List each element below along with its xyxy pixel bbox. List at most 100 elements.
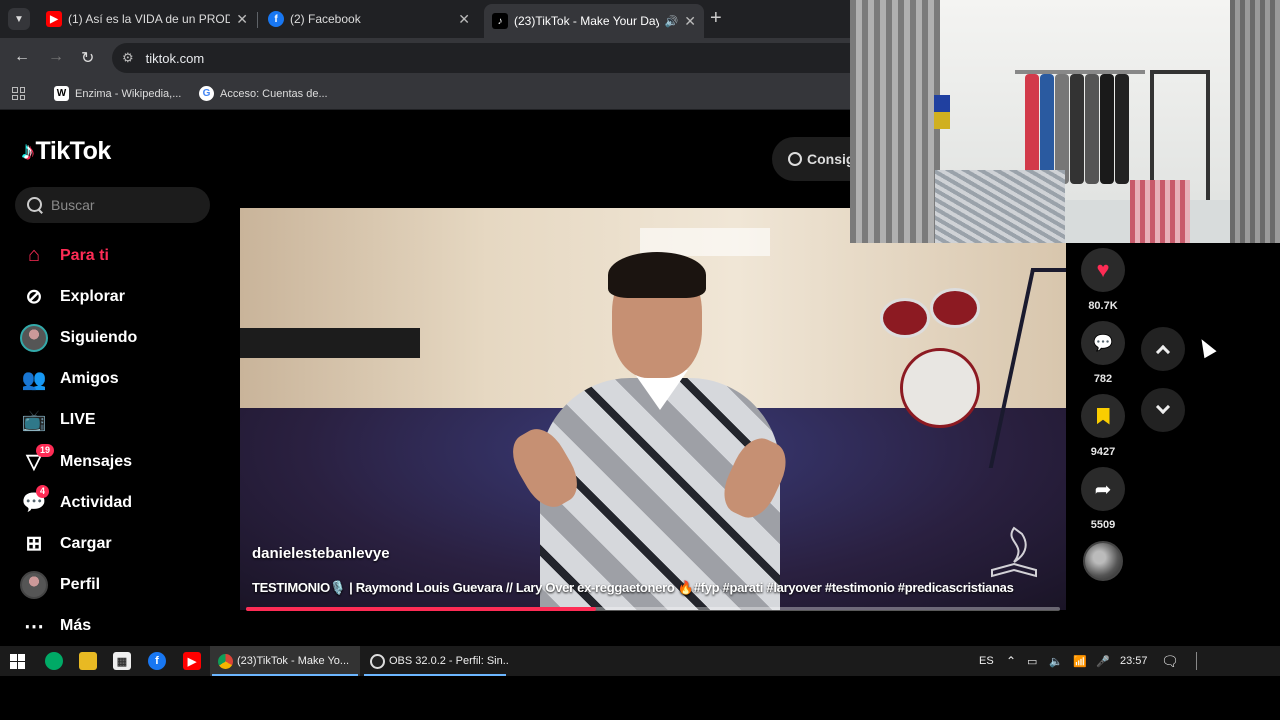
close-icon[interactable]: ✕ [684,13,696,30]
tiktok-logo[interactable]: ♪ TikTok [22,137,111,166]
nav-item-amigos[interactable]: 👥 Amigos [18,359,218,400]
nav-label: Amigos [60,370,119,388]
video-progress-fill [246,607,597,611]
nav-item-siguiendo[interactable]: Siguiendo [18,317,218,358]
search-box[interactable] [15,187,210,223]
tab-tiktok[interactable]: ♪ (23)TikTok - Make Your Day 🔊 ✕ [484,4,704,38]
video-description: TESTIMONIO🎙️ | Raymond Louis Guevara // … [252,580,1014,595]
edge-icon[interactable] [45,652,63,670]
heart-icon[interactable]: ♥ [1081,248,1125,292]
back-arrow-icon[interactable]: ← [14,48,30,66]
clock-time: 23:57 [1120,655,1148,667]
previous-video-button[interactable] [1141,327,1185,371]
video-drumkit [880,288,1000,428]
address-bar[interactable]: ⚙ tiktok.com [112,43,850,73]
share-action: ➦ 5509 [1081,467,1125,531]
share-icon[interactable]: ➦ [1081,467,1125,511]
facebook-icon[interactable]: f [148,652,166,670]
nav-label: Actividad [60,493,133,511]
store-icon[interactable]: ▦ [113,652,131,670]
clock[interactable]: 23:57 [1120,646,1148,676]
forward-arrow-icon[interactable]: → [48,48,64,66]
language-indicator[interactable]: ES [979,646,994,676]
tab-search-menu[interactable]: ▼ [8,8,30,30]
taskbar-app-chrome[interactable]: (23)TikTok - Make Yo... [210,646,360,676]
nav-label: Siguiendo [60,328,138,346]
taskbar-app-obs[interactable]: OBS 32.0.2 - Perfil: Sin... [362,646,508,676]
nav-label: LIVE [60,411,96,429]
more-icon: ⋯ [24,615,44,638]
network-icon[interactable]: 📶 [1073,646,1087,676]
tab-title: (23)TikTok - Make Your Day [514,14,659,28]
comment-icon[interactable]: 💬 [1081,321,1125,365]
bookmark-label: Acceso: Cuentas de... [220,87,328,100]
tab-facebook[interactable]: f (2) Facebook ✕ [260,4,478,34]
nav-item-para-ti[interactable]: ⌂ Para ti [18,235,218,276]
volume-icon[interactable]: 🔈 [1049,646,1063,676]
windows-start-icon[interactable] [10,654,25,669]
tiktok-icon: ♪ [492,13,508,29]
coin-icon [788,152,802,166]
search-input[interactable] [51,197,201,213]
webcam-overlay [850,0,1280,243]
music-disc-icon[interactable] [1083,541,1123,581]
tiktok-note-icon: ♪ [22,137,34,165]
like-count: 80.7K [1088,300,1118,312]
apps-grid-icon[interactable] [12,87,25,100]
facebook-icon: f [268,11,284,27]
like-action: ♥ 80.7K [1081,248,1125,312]
reload-icon[interactable]: ↻ [81,48,94,68]
nav-label: Perfil [60,576,101,594]
youtube-icon[interactable]: ▶ [183,652,201,670]
language-label: ES [979,655,994,667]
show-desktop-divider[interactable] [1196,652,1197,670]
chevron-down-icon: ▼ [14,13,24,25]
get-app-label: Consig [807,151,850,167]
bookmark-icon[interactable] [1081,394,1125,438]
windows-taskbar: ▦ f ▶ (23)TikTok - Make Yo... OBS 32.0.2… [0,646,1280,676]
home-icon: ⌂ [27,244,41,267]
video-progress-bar[interactable] [246,607,1060,611]
nav-item-actividad[interactable]: 💬 4 Actividad [18,482,218,523]
nav-item-live[interactable]: 📺 LIVE [18,400,218,441]
tab-youtube[interactable]: ▶ (1) Así es la VIDA de un PRODU ✕ [38,4,256,34]
bookmark-google[interactable]: G Acceso: Cuentas de... [199,86,328,101]
bookmark-count: 9427 [1090,446,1116,458]
nav-item-mas[interactable]: ⋯ Más [18,606,218,647]
tab-separator [257,12,258,28]
nav-item-cargar[interactable]: ⊞ Cargar [18,523,218,564]
nav-item-explorar[interactable]: ⊘ Explorar [18,276,218,317]
video-speaker-person [503,252,795,610]
nav-label: Para ti [60,246,109,264]
youtube-icon: ▶ [46,11,62,27]
bookmark-label: Enzima - Wikipedia,... [75,87,182,100]
get-app-button[interactable]: Consig [772,137,850,181]
nav-label: Cargar [60,534,112,552]
nav-item-mensajes[interactable]: ▽ 19 Mensajes [18,441,218,482]
taskbar-app-label: OBS 32.0.2 - Perfil: Sin... [389,655,508,667]
close-icon[interactable]: ✕ [236,11,248,28]
video-username[interactable]: danielestebanlevye [252,545,390,562]
sidebar-nav: ⌂ Para ti ⊘ Explorar Siguiendo 👥 Amigos … [18,235,218,647]
messages-icon: ▽ 19 [18,443,55,476]
search-icon [27,197,43,213]
screen-bottom-area [0,676,1280,720]
microphone-icon[interactable]: 🎤 [1096,646,1110,676]
chevron-up-icon [1155,344,1171,360]
close-icon[interactable]: ✕ [458,11,470,28]
bookmarks-bar: W Enzima - Wikipedia,... G Acceso: Cuent… [0,78,850,110]
bookmark-wikipedia[interactable]: W Enzima - Wikipedia,... [54,86,181,101]
next-video-button[interactable] [1141,388,1185,432]
chrome-icon [218,653,233,669]
notification-icon[interactable]: 🗨 [1161,646,1179,676]
battery-icon[interactable]: ▭ [1027,646,1037,676]
site-info-icon[interactable]: ⚙ [122,50,134,66]
comment-count: 782 [1093,373,1113,385]
comment-action: 💬 782 [1081,321,1125,385]
nav-item-perfil[interactable]: Perfil [18,565,218,606]
speaker-icon[interactable]: 🔊 [665,15,679,28]
new-tab-button[interactable]: + [710,8,722,28]
tray-overflow-icon[interactable]: ⌃ [1006,646,1016,676]
compass-icon: ⊘ [25,286,43,309]
file-explorer-icon[interactable] [79,652,97,670]
